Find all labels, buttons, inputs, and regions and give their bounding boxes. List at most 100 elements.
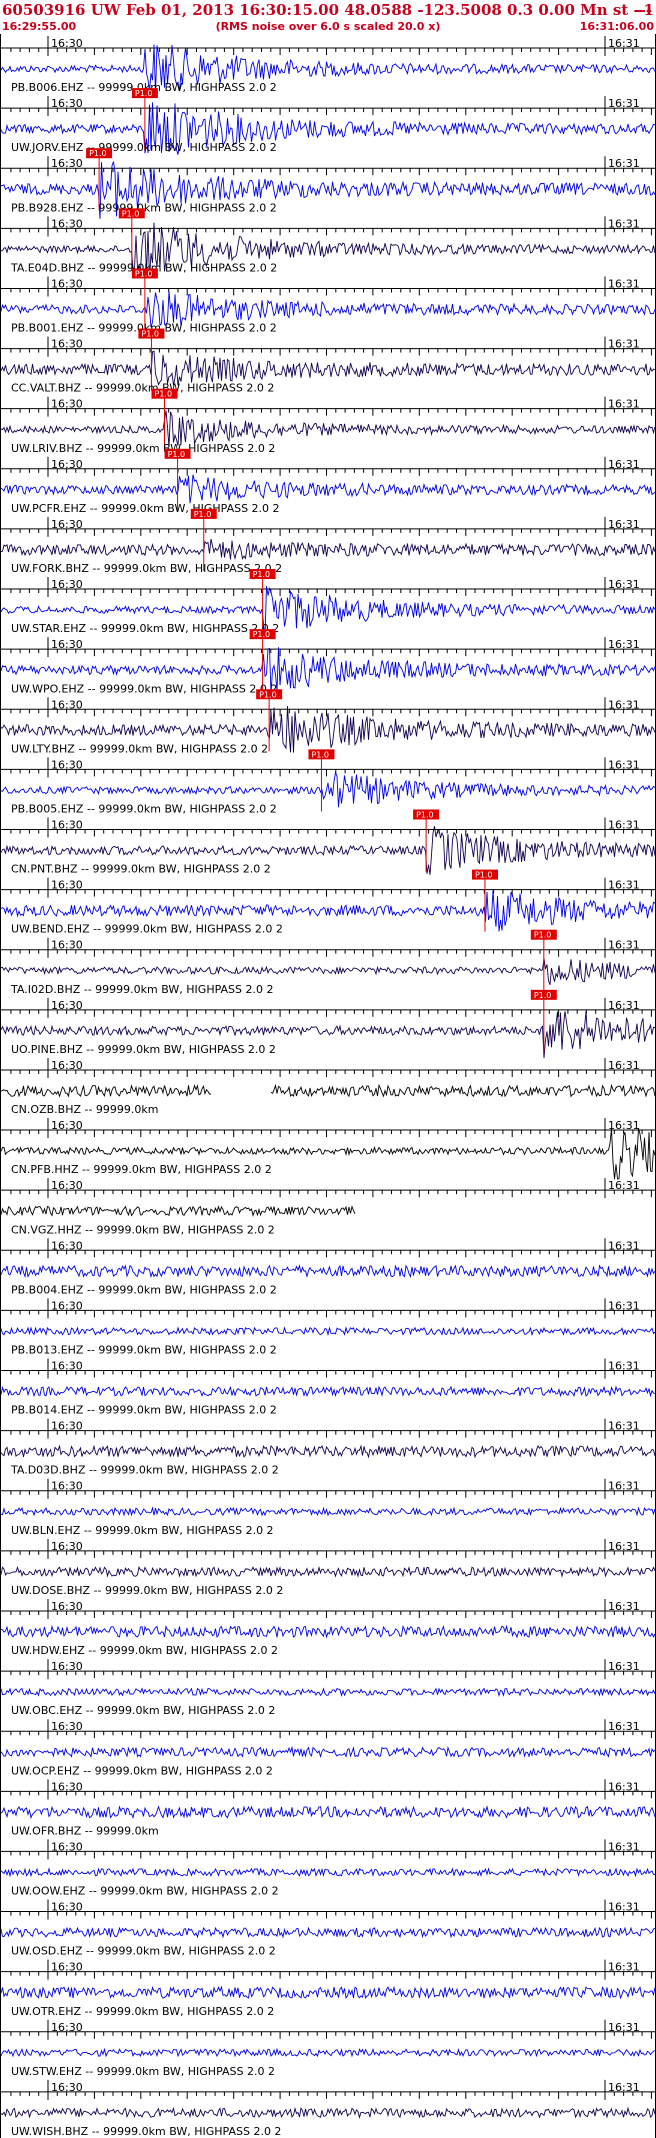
waveform-trace: [1, 1624, 655, 1639]
tick-label-1631: 16:31: [608, 1360, 640, 1373]
tick-label-1631: 16:31: [608, 999, 640, 1012]
waveform-trace: [1, 1565, 655, 1578]
station-label: UW.OBC.EHZ -- 99999.0km BW, HIGHPASS 2.0…: [11, 1704, 275, 1717]
waveform-trace: [1, 350, 655, 386]
station-label: PB.B004.EHZ -- 99999.0km BW, HIGHPASS 2.…: [11, 1283, 277, 1296]
tick-label-1631: 16:31: [608, 1660, 640, 1673]
station-label: CN.OZB.BHZ -- 99999.0km: [11, 1103, 159, 1116]
pick-label: P1.0: [534, 931, 552, 940]
noise-scaling-note: (RMS noise over 6.0 s scaled 20.0 x): [215, 20, 441, 33]
tick-label-1631: 16:31: [608, 879, 640, 892]
pick-label: P1.0: [135, 89, 153, 98]
station-label: UW.PCFR.EHZ -- 99999.0km BW, HIGHPASS 2.…: [11, 502, 280, 515]
station-label: UW.WPO.EHZ -- 99999.0km BW, HIGHPASS 2.0…: [11, 682, 277, 695]
tick-label-1631: 16:31: [608, 338, 640, 351]
tick-label-1631: 16:31: [608, 1780, 640, 1793]
pick-label: P1.0: [259, 690, 277, 699]
waveform-trace: [1, 2047, 655, 2058]
pick-label: P1.0: [89, 149, 107, 158]
tick-label-1630: 16:30: [51, 1600, 83, 1613]
tick-label-1630: 16:30: [51, 818, 83, 831]
tick-label-1630: 16:30: [51, 698, 83, 711]
tick-label-1631: 16:31: [608, 1239, 640, 1252]
station-label: UW.LTY.BHZ -- 99999.0km BW, HIGHPASS 2.0…: [11, 742, 268, 755]
tick-label-1630: 16:30: [51, 458, 83, 471]
tick-label-1630: 16:30: [51, 758, 83, 771]
tick-label-1630: 16:30: [51, 1901, 83, 1914]
station-label: UW.OCP.EHZ -- 99999.0km BW, HIGHPASS 2.0…: [11, 1764, 273, 1777]
tick-label-1631: 16:31: [608, 578, 640, 591]
tick-label-1631: 16:31: [608, 1901, 640, 1914]
pick-label: P1.0: [135, 269, 153, 278]
tick-label-1630: 16:30: [51, 1179, 83, 1192]
waveform-trace: [1, 1444, 655, 1459]
tick-label-1630: 16:30: [51, 37, 83, 50]
tick-label-1630: 16:30: [51, 879, 83, 892]
event-title-flag: -1: [637, 1, 654, 19]
tick-label-1631: 16:31: [608, 698, 640, 711]
tick-label-1631: 16:31: [608, 1179, 640, 1192]
station-label: UW.WISH.BHZ -- 99999.0km BW, HIGHPASS 2.…: [11, 2125, 281, 2138]
pick-label: P1.0: [194, 510, 212, 519]
waveform-trace: [1, 1506, 655, 1517]
time-info-bar: 16:29:55.00 (RMS noise over 6.0 s scaled…: [0, 20, 656, 34]
station-label: TA.D03D.BHZ -- 99999.0km BW, HIGHPASS 2.…: [10, 1464, 279, 1477]
station-label: UW.STAR.EHZ -- 99999.0km BW, HIGHPASS 2.…: [11, 622, 279, 635]
tick-label-1630: 16:30: [51, 398, 83, 411]
tick-label-1631: 16:31: [608, 1540, 640, 1553]
tick-label-1631: 16:31: [608, 2081, 640, 2094]
station-label: UW.HDW.EHZ -- 99999.0km BW, HIGHPASS 2.0…: [11, 1644, 278, 1657]
station-label: UO.PINE.BHZ -- 99999.0km BW, HIGHPASS 2.…: [11, 1043, 276, 1056]
station-label: UW.BLN.EHZ -- 99999.0km BW, HIGHPASS 2.0…: [11, 1524, 274, 1537]
station-label: CN.PFB.HHZ -- 99999.0km BW, HIGHPASS 2.0…: [11, 1163, 272, 1176]
tick-label-1630: 16:30: [51, 1059, 83, 1072]
tick-label-1630: 16:30: [51, 1540, 83, 1553]
waveform-trace: [1, 1385, 655, 1398]
station-label: UW.FORK.BHZ -- 99999.0km BW, HIGHPASS 2.…: [11, 562, 282, 575]
pick-label: P1.0: [475, 871, 493, 880]
pick-label: P1.0: [168, 450, 186, 459]
station-label: UW.STW.EHZ -- 99999.0km BW, HIGHPASS 2.0…: [11, 2065, 275, 2078]
waveform-trace: [1, 1867, 655, 1878]
tick-label-1630: 16:30: [51, 1360, 83, 1373]
tick-label-1631: 16:31: [608, 638, 640, 651]
station-label: UW.OTR.EHZ -- 99999.0km BW, HIGHPASS 2.0…: [11, 2005, 274, 2018]
tick-label-1630: 16:30: [51, 578, 83, 591]
station-label: UW.OSD.EHZ -- 99999.0km BW, HIGHPASS 2.0…: [11, 1945, 276, 1958]
waveform-trace: [1, 1326, 655, 1337]
event-title: 60503916 UW Feb 01, 2013 16:30:15.00 48.…: [2, 1, 656, 19]
tick-label-1630: 16:30: [51, 1119, 83, 1132]
end-time-label: 16:31:06.00: [579, 20, 654, 33]
tick-label-1631: 16:31: [608, 758, 640, 771]
tick-label-1630: 16:30: [51, 2081, 83, 2094]
tick-label-1631: 16:31: [608, 1840, 640, 1853]
tick-label-1630: 16:30: [51, 518, 83, 531]
tick-label-1631: 16:31: [608, 217, 640, 230]
waveform-trace: [1, 1745, 655, 1759]
tick-label-1631: 16:31: [608, 1961, 640, 1974]
waveform-trace: [1, 538, 655, 560]
tick-label-1631: 16:31: [608, 2021, 640, 2034]
tick-label-1630: 16:30: [51, 1660, 83, 1673]
tick-label-1630: 16:30: [51, 277, 83, 290]
station-label: UW.LRIV.BHZ -- 99999.0km BW, HIGHPASS 2.…: [11, 442, 275, 455]
tick-label-1630: 16:30: [51, 1961, 83, 1974]
pick-label: P1.0: [122, 209, 140, 218]
tick-label-1631: 16:31: [608, 1480, 640, 1493]
pick-label: P1.0: [253, 630, 271, 639]
station-label: UW.OFR.BHZ -- 99999.0km: [11, 1824, 159, 1837]
waveform-trace: [1, 1805, 655, 1820]
tick-label-1631: 16:31: [608, 1600, 640, 1613]
tick-label-1631: 16:31: [608, 1059, 640, 1072]
tick-label-1631: 16:31: [608, 398, 640, 411]
station-label: PB.B014.EHZ -- 99999.0km BW, HIGHPASS 2.…: [11, 1404, 277, 1417]
tick-label-1630: 16:30: [51, 97, 83, 110]
tick-label-1630: 16:30: [51, 1720, 83, 1733]
waveform-trace: [1, 474, 655, 504]
waveform-trace: [1, 1264, 655, 1279]
pick-label: P1.0: [141, 330, 159, 339]
tick-label-1630: 16:30: [51, 1780, 83, 1793]
tick-label-1631: 16:31: [608, 518, 640, 531]
waveform-trace: [1, 958, 655, 985]
tick-label-1630: 16:30: [51, 1840, 83, 1853]
